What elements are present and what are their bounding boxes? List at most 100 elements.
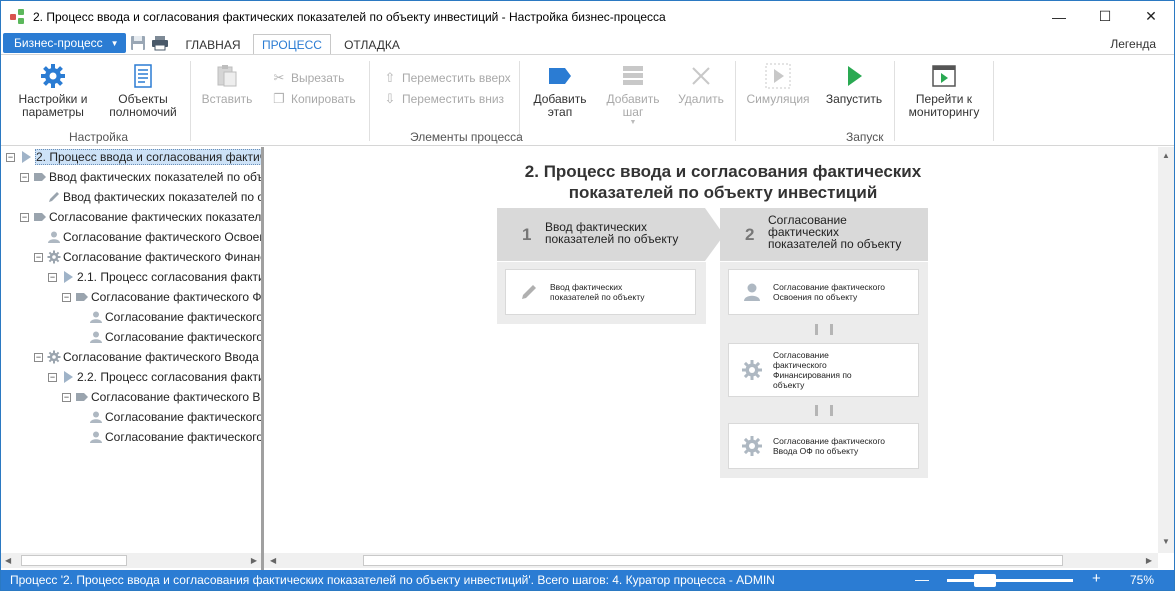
ribbon-tab-row: Бизнес-процесс ▼ ГЛАВНАЯ ПРОЦЕСС ОТЛАДКА… — [1, 32, 1174, 55]
run-button[interactable]: Запустить — [823, 63, 885, 106]
tree-item[interactable]: − Согласование фактического Ввода ОФ по о… — [34, 347, 261, 367]
tree-item[interactable]: − 2. Процесс ввода и согласования фактиче… — [6, 147, 261, 167]
close-button[interactable]: ✕ — [1128, 1, 1174, 32]
move-down-label: Переместить вниз — [402, 92, 505, 106]
app-logo-icon — [10, 8, 26, 25]
tree-item-label: Ввод фактических показателей по объекту — [63, 190, 261, 204]
step-label: Ввод фактических показателей по объекту — [550, 282, 645, 302]
simulation-button[interactable]: Симуляция — [744, 63, 812, 106]
scroll-left-icon[interactable]: ◀ — [5, 556, 11, 565]
tree-item-label: Согласование фактического Освоения по об… — [63, 230, 261, 244]
scroll-right-icon[interactable]: ▶ — [251, 556, 257, 565]
collapse-toggle[interactable]: − — [62, 392, 71, 402]
connector — [830, 324, 833, 335]
tree-item[interactable]: − 2.2. Процесс согласования фактического … — [48, 367, 261, 387]
tree-item[interactable]: Согласование фактического Финансирования — [89, 307, 261, 327]
tree-item-label: Согласование фактического Ввода ОФ — [105, 430, 261, 444]
diagram-vertical-scrollbar[interactable]: ▲ ▼ — [1158, 147, 1174, 553]
chevron-down-icon: ▼ — [629, 119, 637, 126]
user-icon — [89, 430, 103, 444]
collapse-toggle[interactable]: − — [34, 252, 43, 262]
delete-icon — [692, 67, 710, 85]
tab-process[interactable]: ПРОЦЕСС — [253, 34, 331, 55]
collapse-toggle[interactable]: − — [62, 292, 71, 302]
process-icon — [61, 270, 75, 284]
collapse-toggle[interactable]: − — [20, 172, 29, 182]
stage-icon — [33, 210, 47, 224]
collapse-toggle[interactable]: − — [48, 272, 57, 282]
maximize-button[interactable]: ☐ — [1082, 1, 1128, 32]
tree-horizontal-scrollbar[interactable]: ◀ ▶ — [1, 553, 261, 568]
scrollbar-thumb[interactable] — [363, 555, 1063, 566]
tree-item[interactable]: − 2.1. Процесс согласования фактического … — [48, 267, 261, 287]
process-icon — [19, 150, 33, 164]
stage-icon — [75, 390, 89, 404]
tree-item[interactable]: − Ввод фактических показателей по объекту — [20, 167, 261, 187]
collapse-toggle[interactable]: − — [6, 152, 15, 162]
tree-item[interactable]: − Согласование фактического Финансировани… — [62, 287, 261, 307]
tab-main[interactable]: ГЛАВНАЯ — [177, 34, 249, 55]
diagram-canvas: 2. Процесс ввода и согласования фактичес… — [264, 147, 1158, 553]
authority-objects-button[interactable]: Объекты полномочий — [105, 63, 181, 119]
step-card[interactable]: Ввод фактических показателей по объекту — [505, 269, 696, 315]
business-process-menu-button[interactable]: Бизнес-процесс ▼ — [3, 33, 126, 53]
tree-item[interactable]: Согласование фактического Освоения по об… — [47, 227, 261, 247]
zoom-slider-thumb[interactable] — [974, 574, 996, 587]
delete-button[interactable]: Удалить — [673, 63, 729, 106]
tree-item[interactable]: − Согласование фактического Ввода ОФ — [62, 387, 261, 407]
gear-icon — [742, 436, 762, 456]
legend-link[interactable]: Легенда — [1110, 37, 1156, 51]
copy-button[interactable]: ❐ Копировать — [272, 91, 355, 107]
cut-button[interactable]: ✂ Вырезать — [272, 71, 345, 86]
move-down-button[interactable]: ⇩ Переместить вниз — [383, 91, 505, 107]
group-label-elements: Элементы процесса — [410, 130, 523, 144]
group-label-run: Запуск — [846, 130, 884, 144]
scroll-left-icon[interactable]: ◀ — [270, 556, 276, 565]
tree-item-label: Согласование фактического Финансирования — [91, 290, 261, 304]
ribbon-separator — [369, 61, 370, 141]
minimize-button[interactable]: — — [1036, 1, 1082, 32]
tree-item-label: Согласование фактического Финансирования — [105, 310, 261, 324]
paste-button[interactable]: Вставить — [199, 63, 255, 106]
scrollbar-thumb[interactable] — [21, 555, 127, 566]
stage-number-2: 2 — [745, 225, 755, 244]
copy-icon: ❐ — [273, 91, 285, 106]
tree-item[interactable]: Ввод фактических показателей по объекту — [47, 187, 261, 207]
step-card[interactable]: Согласование фактического Ввода ОФ по об… — [728, 423, 919, 469]
scroll-up-icon[interactable]: ▲ — [1162, 151, 1170, 160]
step-card[interactable]: Согласование фактического Финансирования… — [728, 343, 919, 397]
tree-item[interactable]: Согласование фактического Финансирования — [89, 327, 261, 347]
user-icon — [89, 410, 103, 424]
add-stage-button[interactable]: Добавить этап — [529, 63, 591, 119]
connector — [815, 324, 818, 335]
arrow-up-icon: ⇧ — [384, 70, 396, 85]
settings-button[interactable]: Настройки и параметры — [13, 63, 93, 119]
step-card[interactable]: Согласование фактического Освоения по об… — [728, 269, 919, 315]
step-label: Согласование фактического Ввода ОФ по об… — [773, 436, 885, 456]
arrow-down-icon: ⇩ — [384, 91, 396, 106]
move-up-button[interactable]: ⇧ Переместить вверх — [383, 70, 511, 86]
settings-button-label: Настройки и параметры — [18, 92, 88, 119]
tab-debug[interactable]: ОТЛАДКА — [335, 34, 409, 55]
tree-item-label: Согласование фактического Ввода ОФ — [91, 390, 261, 404]
tree-item[interactable]: Согласование фактического Ввода ОФ — [89, 427, 261, 447]
collapse-toggle[interactable]: − — [20, 212, 29, 222]
scroll-right-icon[interactable]: ▶ — [1146, 556, 1152, 565]
scroll-down-icon[interactable]: ▼ — [1162, 537, 1170, 546]
add-step-button[interactable]: Добавить шаг ▼ — [601, 63, 665, 127]
tree-item[interactable]: Согласование фактического Ввода ОФ — [89, 407, 261, 427]
go-to-monitoring-button[interactable]: Перейти к мониторингу — [903, 63, 985, 119]
zoom-in-button[interactable]: + — [1092, 570, 1101, 587]
save-icon[interactable] — [130, 35, 146, 51]
zoom-slider[interactable] — [947, 579, 1073, 582]
print-icon[interactable] — [151, 35, 169, 51]
collapse-toggle[interactable]: − — [48, 372, 57, 382]
tree-item[interactable]: − Согласование фактических показателей по… — [20, 207, 261, 227]
stage-title-1: Ввод фактических показателей по объекту — [545, 220, 679, 246]
collapse-toggle[interactable]: − — [34, 352, 43, 362]
connector — [815, 405, 818, 416]
diagram-horizontal-scrollbar[interactable]: ◀ ▶ — [264, 553, 1158, 568]
tree-item[interactable]: − Согласование фактического Финансировани… — [34, 247, 261, 267]
zoom-out-button[interactable]: — — [915, 571, 929, 587]
move-up-label: Переместить вверх — [402, 71, 511, 85]
